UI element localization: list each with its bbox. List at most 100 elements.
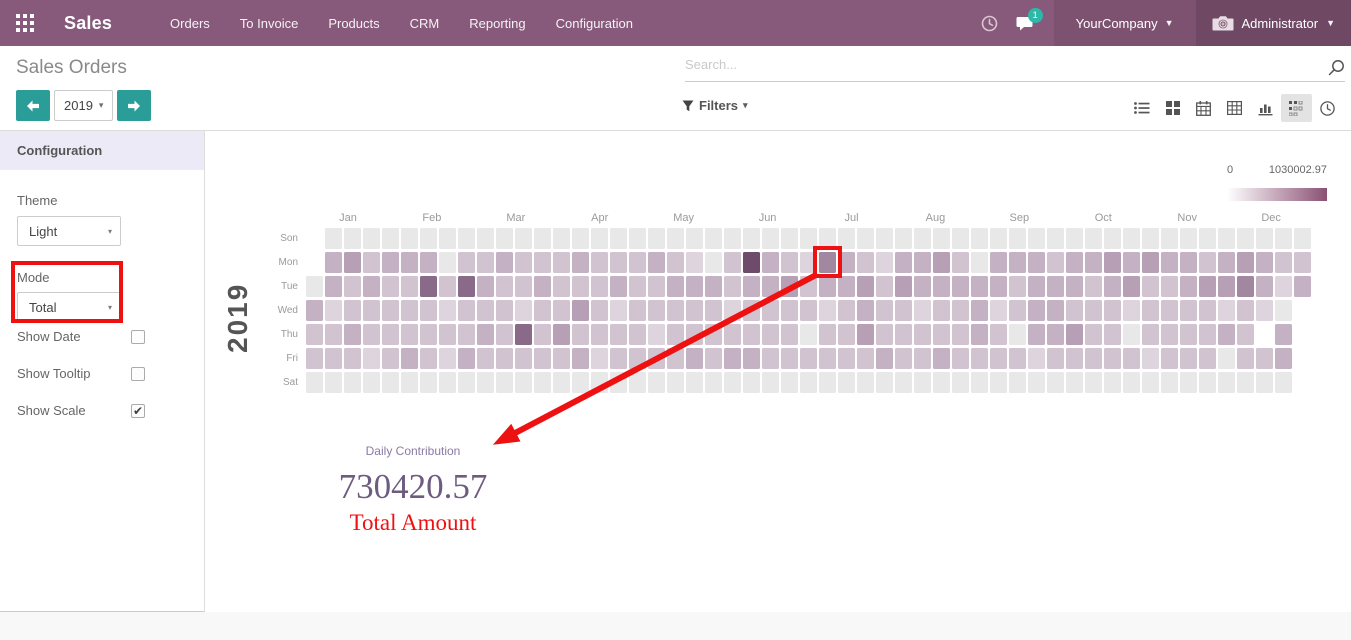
heatmap-cell[interactable] — [1009, 228, 1026, 249]
heatmap-cell[interactable] — [458, 372, 475, 393]
heatmap-cell[interactable] — [1275, 276, 1292, 297]
menu-item-reporting[interactable]: Reporting — [469, 16, 525, 31]
heatmap-cell[interactable] — [363, 348, 380, 369]
heatmap-cell[interactable] — [458, 324, 475, 345]
heatmap-cell[interactable] — [952, 228, 969, 249]
heatmap-cell[interactable] — [933, 228, 950, 249]
heatmap-cell[interactable] — [1275, 324, 1292, 345]
heatmap-cell[interactable] — [1123, 276, 1140, 297]
heatmap-cell[interactable] — [382, 372, 399, 393]
heatmap-cell[interactable] — [1028, 348, 1045, 369]
heatmap-cell[interactable] — [914, 252, 931, 273]
heatmap-cell[interactable] — [1256, 228, 1273, 249]
heatmap-cell[interactable] — [325, 348, 342, 369]
heatmap-cell[interactable] — [325, 324, 342, 345]
heatmap-cell[interactable] — [1275, 300, 1292, 321]
heatmap-cell[interactable] — [914, 324, 931, 345]
heatmap-cell[interactable] — [325, 372, 342, 393]
heatmap-cell[interactable] — [819, 372, 836, 393]
heatmap-cell[interactable] — [762, 372, 779, 393]
view-activity-button[interactable] — [1312, 94, 1343, 122]
heatmap-cell[interactable] — [1085, 300, 1102, 321]
heatmap-cell[interactable] — [496, 276, 513, 297]
heatmap-cell[interactable] — [306, 324, 323, 345]
heatmap-cell[interactable] — [553, 324, 570, 345]
heatmap-cell[interactable] — [1123, 372, 1140, 393]
heatmap-cell[interactable] — [838, 372, 855, 393]
heatmap-cell[interactable] — [629, 324, 646, 345]
heatmap-cell[interactable] — [800, 348, 817, 369]
heatmap-cell[interactable] — [1009, 300, 1026, 321]
heatmap-cell[interactable] — [648, 300, 665, 321]
heatmap-cell[interactable] — [648, 324, 665, 345]
heatmap-cell[interactable] — [572, 348, 589, 369]
heatmap-cell[interactable] — [534, 228, 551, 249]
heatmap-cell[interactable] — [439, 300, 456, 321]
heatmap-cell[interactable] — [857, 324, 874, 345]
heatmap-cell[interactable] — [1066, 372, 1083, 393]
view-graph-button[interactable] — [1250, 94, 1281, 122]
heatmap-cell[interactable] — [1142, 348, 1159, 369]
heatmap-cell[interactable] — [325, 252, 342, 273]
menu-item-configuration[interactable]: Configuration — [556, 16, 633, 31]
heatmap-cell[interactable] — [667, 324, 684, 345]
heatmap-cell[interactable] — [1123, 252, 1140, 273]
heatmap-cell[interactable] — [1180, 276, 1197, 297]
heatmap-cell[interactable] — [1161, 276, 1178, 297]
heatmap-cell[interactable] — [819, 276, 836, 297]
heatmap-cell[interactable] — [914, 228, 931, 249]
heatmap-cell[interactable] — [895, 228, 912, 249]
heatmap-cell[interactable] — [705, 324, 722, 345]
heatmap-cell[interactable] — [857, 252, 874, 273]
heatmap-cell[interactable] — [895, 300, 912, 321]
heatmap-cell[interactable] — [876, 324, 893, 345]
heatmap-cell[interactable] — [553, 300, 570, 321]
heatmap-cell[interactable] — [610, 252, 627, 273]
heatmap-cell[interactable] — [686, 252, 703, 273]
heatmap-cell[interactable] — [629, 372, 646, 393]
heatmap-cell[interactable] — [648, 372, 665, 393]
heatmap-cell[interactable] — [420, 324, 437, 345]
heatmap-cell[interactable] — [1085, 252, 1102, 273]
heatmap-cell[interactable] — [857, 372, 874, 393]
heatmap-cell[interactable] — [705, 348, 722, 369]
heatmap-cell[interactable] — [667, 228, 684, 249]
heatmap-cell[interactable] — [610, 228, 627, 249]
heatmap-cell[interactable] — [990, 228, 1007, 249]
heatmap-cell[interactable] — [401, 252, 418, 273]
heatmap-cell[interactable] — [458, 300, 475, 321]
heatmap-cell[interactable] — [458, 348, 475, 369]
heatmap-cell[interactable] — [477, 228, 494, 249]
heatmap-cell[interactable] — [800, 276, 817, 297]
heatmap-cell[interactable] — [952, 252, 969, 273]
heatmap-cell[interactable] — [1256, 252, 1273, 273]
heatmap-cell[interactable] — [705, 372, 722, 393]
heatmap-cell[interactable] — [306, 372, 323, 393]
heatmap-cell[interactable] — [724, 252, 741, 273]
heatmap-cell[interactable] — [1161, 372, 1178, 393]
heatmap-cell[interactable] — [781, 228, 798, 249]
search-icon[interactable] — [1328, 59, 1345, 76]
heatmap-cell[interactable] — [439, 228, 456, 249]
heatmap-cell[interactable] — [401, 372, 418, 393]
heatmap-cell[interactable] — [1142, 252, 1159, 273]
heatmap-cell[interactable] — [1180, 348, 1197, 369]
heatmap-cell[interactable] — [857, 348, 874, 369]
heatmap-cell[interactable] — [1199, 348, 1216, 369]
heatmap-cell[interactable] — [496, 252, 513, 273]
heatmap-cell[interactable] — [1199, 324, 1216, 345]
heatmap-cell[interactable] — [382, 348, 399, 369]
heatmap-cell[interactable] — [762, 348, 779, 369]
heatmap-cell[interactable] — [382, 252, 399, 273]
heatmap-cell[interactable] — [496, 324, 513, 345]
heatmap-cell[interactable] — [1047, 300, 1064, 321]
menu-item-products[interactable]: Products — [328, 16, 379, 31]
heatmap-cell[interactable] — [382, 324, 399, 345]
heatmap-cell[interactable] — [553, 348, 570, 369]
heatmap-cell[interactable] — [382, 276, 399, 297]
heatmap-cell[interactable] — [572, 228, 589, 249]
heatmap-cell[interactable] — [990, 348, 1007, 369]
heatmap-cell[interactable] — [515, 348, 532, 369]
heatmap-cell[interactable] — [534, 300, 551, 321]
heatmap-cell[interactable] — [667, 276, 684, 297]
